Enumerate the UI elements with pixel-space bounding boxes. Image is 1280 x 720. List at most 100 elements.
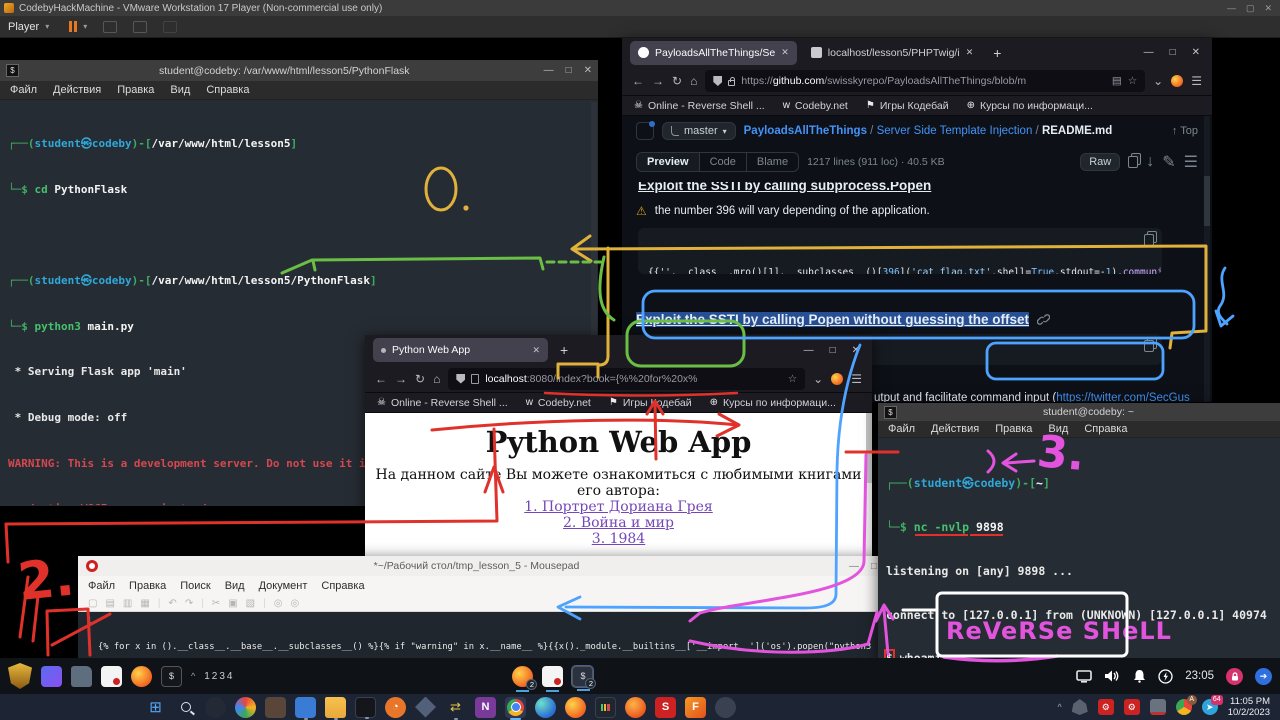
branch-selector[interactable]: master▾ bbox=[662, 122, 736, 140]
mousepad-titlebar[interactable]: *~/Рабочий стол/tmp_lesson_5 - Mousepad … bbox=[78, 556, 885, 576]
terminal-output[interactable]: ┌──(student㉿codeby)-[~] └─$ nc -nvlp 989… bbox=[878, 438, 1280, 660]
tab-close-icon[interactable]: ✕ bbox=[532, 345, 540, 356]
share-arrows-app-icon[interactable]: ⇄ bbox=[445, 697, 466, 718]
new-file-icon[interactable]: ▢ bbox=[88, 598, 97, 609]
menu-item[interactable]: Вид bbox=[170, 84, 190, 96]
stats-app-icon[interactable] bbox=[595, 697, 616, 718]
taskbar-firefox-window[interactable]: 2 bbox=[512, 666, 533, 687]
mousepad-launcher-icon[interactable] bbox=[101, 666, 122, 687]
menu-item[interactable]: Справка bbox=[1084, 423, 1127, 435]
notes-app-icon[interactable] bbox=[355, 697, 376, 718]
tracking-shield-icon[interactable] bbox=[456, 374, 465, 384]
find-icon[interactable]: ◎ bbox=[274, 598, 283, 609]
bird-app-icon[interactable] bbox=[625, 697, 646, 718]
file-manager-icon[interactable] bbox=[71, 666, 92, 687]
bookmark-item[interactable]: ⊕Курсы по информаци... bbox=[967, 100, 1093, 112]
pinned-app-icon[interactable] bbox=[41, 666, 62, 687]
tab-close-icon[interactable]: ✕ bbox=[966, 47, 974, 58]
minimize-icon[interactable]: — bbox=[804, 345, 814, 356]
gear-tray-icon-1[interactable]: ⚙ bbox=[1098, 699, 1114, 715]
file-tree-icon[interactable] bbox=[636, 122, 654, 140]
minimize-icon[interactable]: — bbox=[544, 65, 554, 76]
edge-icon[interactable] bbox=[535, 697, 556, 718]
home-icon[interactable]: ⌂ bbox=[433, 372, 440, 386]
copy-icon[interactable]: ▣ bbox=[228, 598, 237, 609]
close-icon[interactable]: ✕ bbox=[1264, 3, 1272, 14]
replace-icon[interactable]: ◎ bbox=[290, 598, 299, 609]
updates-icon[interactable]: ➔ bbox=[1255, 668, 1272, 685]
maximize-icon[interactable]: □ bbox=[871, 561, 877, 572]
breadcrumb-repo-link[interactable]: PayloadsAllTheThings bbox=[744, 125, 867, 137]
menu-item[interactable]: Вид bbox=[1048, 423, 1068, 435]
menu-item[interactable]: Правка bbox=[995, 423, 1032, 435]
close-icon[interactable]: ✕ bbox=[852, 345, 860, 356]
assistant-app-icon[interactable] bbox=[265, 697, 286, 718]
home-icon[interactable]: ⌂ bbox=[690, 74, 697, 88]
fullscreen-icon[interactable] bbox=[133, 21, 147, 33]
menu-icon[interactable]: ☰ bbox=[851, 372, 862, 386]
url-bar[interactable]: localhost:8080/index?book={%%20for%20x% … bbox=[448, 368, 805, 390]
bookmark-item[interactable]: ⚑Игры Кодебай bbox=[609, 397, 692, 409]
cut-icon[interactable]: ✂ bbox=[212, 598, 220, 609]
firefox-launcher-icon[interactable] bbox=[131, 666, 152, 687]
chrome-icon[interactable] bbox=[505, 697, 526, 718]
bookmark-item[interactable]: ⚑Игры Кодебай bbox=[866, 100, 949, 112]
maximize-icon[interactable]: ▢ bbox=[1246, 3, 1255, 14]
minimize-icon[interactable]: — bbox=[849, 561, 859, 572]
vmware-app-icon[interactable] bbox=[415, 697, 436, 718]
tab-localhost[interactable]: localhost/lesson5/PHPTwig/i ✕ bbox=[803, 41, 981, 65]
menu-item[interactable]: Документ bbox=[259, 580, 308, 592]
book-link-3[interactable]: 3. 1984 bbox=[365, 531, 872, 547]
clock-app-icon[interactable]: ◔ bbox=[385, 697, 406, 718]
url-bar[interactable]: https://github.com/swisskyrepo/PayloadsA… bbox=[705, 70, 1145, 92]
start-button[interactable]: ⊞ bbox=[145, 697, 166, 718]
copy-icon[interactable] bbox=[1144, 234, 1154, 246]
back-icon[interactable]: ← bbox=[375, 372, 387, 386]
menu-item[interactable]: Поиск bbox=[180, 580, 210, 592]
menu-item[interactable]: Правка bbox=[117, 84, 154, 96]
calendar-app-icon[interactable] bbox=[295, 697, 316, 718]
book-link-2[interactable]: 2. Война и мир bbox=[365, 515, 872, 531]
display-icon[interactable] bbox=[1076, 670, 1092, 683]
edit-icon[interactable]: ✎ bbox=[1162, 152, 1175, 172]
bookmark-item[interactable]: ⊕Курсы по информаци... bbox=[710, 397, 836, 409]
dragon-tray-icon[interactable] bbox=[1072, 699, 1088, 715]
tray-overflow-caret-icon[interactable]: ^ bbox=[1058, 702, 1062, 712]
twitter-link[interactable]: https://twitter.com/SecGus bbox=[1056, 392, 1190, 402]
menu-item[interactable]: Файл bbox=[888, 423, 915, 435]
workspace-switcher[interactable]: 1234 bbox=[204, 671, 234, 682]
notifications-bell-icon[interactable] bbox=[1133, 669, 1146, 683]
maximize-icon[interactable]: □ bbox=[1170, 47, 1176, 58]
link-icon[interactable] bbox=[1037, 313, 1050, 326]
bookmark-star-icon[interactable]: ☆ bbox=[788, 373, 797, 385]
new-tab-button[interactable]: + bbox=[987, 45, 1007, 61]
book-link-1[interactable]: 1. Портрет Дориана Грея bbox=[365, 499, 872, 515]
menu-item[interactable]: Файл bbox=[10, 84, 37, 96]
tab-github[interactable]: PayloadsAllTheThings/Se ✕ bbox=[630, 41, 797, 65]
raw-button[interactable]: Raw bbox=[1080, 153, 1120, 171]
menu-item[interactable]: Действия bbox=[931, 423, 979, 435]
pause-button[interactable] bbox=[69, 21, 77, 32]
tracking-shield-icon[interactable] bbox=[713, 76, 722, 86]
host-clock[interactable]: 11:05 PM 10/2/2023 bbox=[1228, 696, 1270, 718]
forward-icon[interactable]: → bbox=[395, 372, 407, 386]
app-menu-shield-icon[interactable] bbox=[8, 663, 32, 689]
bookmark-item[interactable]: ☠Online - Reverse Shell ... bbox=[634, 100, 765, 112]
new-tab-button[interactable]: + bbox=[554, 342, 574, 358]
reader-mode-icon[interactable]: ▤ bbox=[1112, 75, 1122, 87]
close-icon[interactable]: ✕ bbox=[584, 65, 592, 76]
breadcrumb-section-link[interactable]: Server Side Template Injection bbox=[877, 125, 1033, 137]
open-icon[interactable]: ▤ bbox=[105, 598, 114, 609]
firefox-icon[interactable] bbox=[565, 697, 586, 718]
reload-icon[interactable]: ↻ bbox=[415, 372, 425, 386]
tab-code[interactable]: Code bbox=[700, 153, 747, 171]
save-icon[interactable]: ▥ bbox=[123, 598, 132, 609]
volume-icon[interactable] bbox=[1104, 669, 1121, 683]
media-app-icon[interactable] bbox=[235, 697, 256, 718]
menu-icon[interactable]: ☰ bbox=[1191, 74, 1202, 88]
gauge-app-icon[interactable] bbox=[205, 697, 226, 718]
telegram-tray-icon[interactable]: ➤64 bbox=[1202, 699, 1218, 715]
reload-icon[interactable]: ↻ bbox=[672, 74, 682, 88]
scrollbar[interactable] bbox=[866, 413, 872, 565]
menu-item[interactable]: Вид bbox=[225, 580, 245, 592]
